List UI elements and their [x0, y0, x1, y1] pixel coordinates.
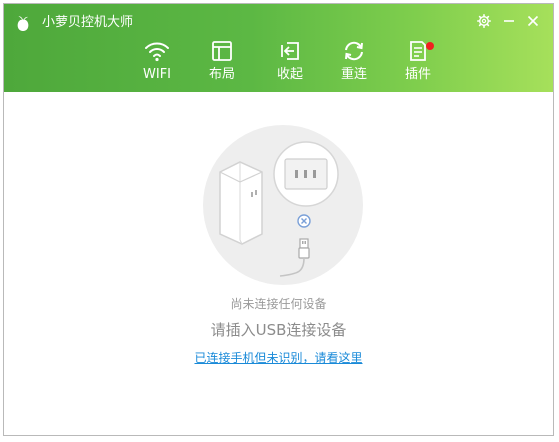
radish-logo-icon	[17, 16, 29, 31]
toolbar-label: 插件	[404, 67, 431, 82]
close-button[interactable]	[523, 11, 543, 31]
toolbar-wifi-button[interactable]: WIFI	[129, 40, 185, 90]
wifi-icon	[145, 42, 169, 62]
app-window: 小萝贝控机大师 WIFI 布局 收起 重连 插件 尚未连接任何设备 请插入USB…	[3, 3, 554, 436]
unrecognized-device-help-link[interactable]: 已连接手机但未识别，请看这里	[4, 349, 553, 366]
toolbar-layout-button[interactable]: 布局	[194, 40, 250, 90]
toolbar-label: 重连	[340, 67, 367, 82]
close-icon	[527, 15, 539, 27]
gear-icon	[477, 14, 491, 28]
header-bar: 小萝贝控机大师 WIFI 布局 收起 重连 插件	[4, 4, 553, 92]
toolbar-reconnect-button[interactable]: 重连	[326, 40, 382, 90]
toolbar-label: WIFI	[143, 67, 171, 82]
insert-usb-text: 请插入USB连接设备	[210, 321, 347, 339]
layout-icon	[212, 41, 232, 61]
reconnect-icon	[345, 41, 363, 61]
minimize-icon	[504, 20, 514, 22]
toolbar-label: 收起	[276, 67, 303, 82]
no-device-text: 尚未连接任何设备	[230, 297, 327, 311]
collapse-icon	[281, 42, 299, 60]
toolbar-collapse-button[interactable]: 收起	[262, 40, 318, 90]
settings-button[interactable]	[474, 11, 494, 31]
minimize-button[interactable]	[499, 11, 519, 31]
notification-badge	[426, 42, 434, 50]
toolbar-label: 布局	[208, 67, 235, 82]
toolbar-plugin-button[interactable]: 插件	[390, 40, 446, 90]
device-plug-illustration	[203, 125, 363, 285]
app-title: 小萝贝控机大师	[42, 15, 134, 30]
